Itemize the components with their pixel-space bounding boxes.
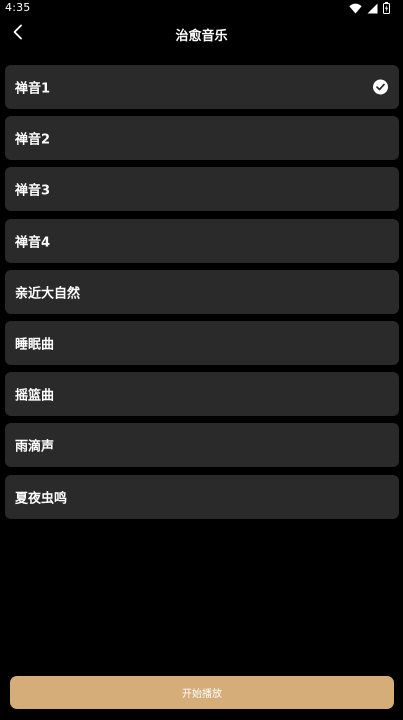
- music-list-item[interactable]: 雨滴声: [5, 423, 399, 468]
- page-title: 治愈音乐: [175, 29, 228, 44]
- music-list-item[interactable]: 摇篮曲: [5, 372, 399, 417]
- music-item-label: 雨滴声: [15, 439, 55, 455]
- music-item-label: 亲近大自然: [15, 286, 81, 302]
- status-time: 4:35: [5, 1, 31, 14]
- status-icons: [349, 2, 390, 14]
- check-circle-icon: [373, 79, 388, 95]
- music-list-item[interactable]: 禅音4: [5, 218, 399, 263]
- music-item-label: 摇篮曲: [15, 388, 55, 404]
- app-bar: 治愈音乐: [0, 17, 403, 52]
- status-bar: 4:35: [0, 0, 403, 17]
- music-list-item[interactable]: 禅音2: [5, 116, 399, 161]
- music-item-label: 夏夜虫鸣: [15, 491, 68, 506]
- music-item-label: 禅音3: [15, 183, 51, 199]
- start-play-button[interactable]: 开始播放: [10, 676, 394, 709]
- music-list-item[interactable]: 夏夜虫鸣: [5, 474, 399, 519]
- music-list-item[interactable]: 睡眠曲: [5, 320, 399, 365]
- battery-icon: [383, 2, 390, 14]
- music-item-label: 睡眠曲: [15, 337, 55, 353]
- music-item-label: 禅音1: [15, 81, 51, 97]
- music-list: 禅音1 禅音2 禅音3 禅音4 亲近大自然睡眠曲摇篮曲雨滴声夏夜虫鸣: [5, 65, 399, 526]
- music-list-item[interactable]: 禅音1: [5, 65, 399, 109]
- music-list-item[interactable]: 禅音3: [5, 167, 399, 212]
- music-item-label: 禅音2: [15, 132, 51, 148]
- music-list-item[interactable]: 亲近大自然: [5, 269, 399, 314]
- music-item-label: 禅音4: [15, 235, 51, 251]
- wifi-icon: [349, 3, 362, 14]
- signal-icon: [367, 3, 378, 14]
